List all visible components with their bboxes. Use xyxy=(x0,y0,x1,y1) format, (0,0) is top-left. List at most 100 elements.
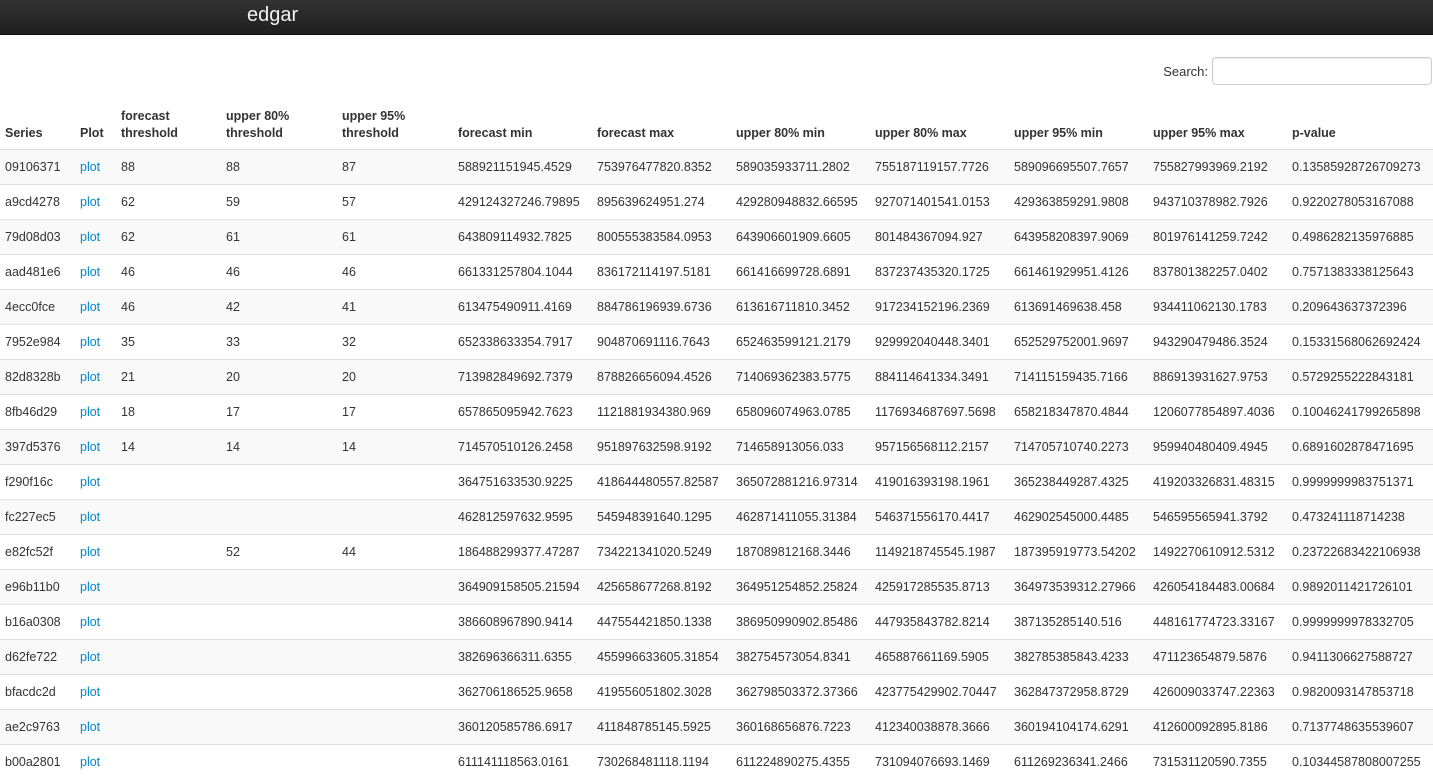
plot-link[interactable]: plot xyxy=(80,545,100,559)
cell-upper95-max: 943290479486.3524 xyxy=(1148,324,1287,360)
cell-series: f290f16c xyxy=(0,464,75,500)
cell-plot: plot xyxy=(75,324,116,360)
plot-link[interactable]: plot xyxy=(80,300,100,314)
header-upper95-max[interactable]: upper 95% max xyxy=(1148,106,1287,150)
cell-upper95-threshold xyxy=(337,674,453,710)
cell-upper95-max: 412600092895.8186 xyxy=(1148,709,1287,745)
cell-plot: plot xyxy=(75,569,116,605)
header-forecast-min[interactable]: forecast min xyxy=(453,106,592,150)
cell-forecast-max: 419556051802.3028 xyxy=(592,674,731,710)
table-row: f290f16c plot 364751633530.9225 41864448055… xyxy=(0,464,1433,500)
header-upper80-min[interactable]: upper 80% min xyxy=(731,106,870,150)
plot-link[interactable]: plot xyxy=(80,475,100,489)
cell-upper80-threshold: 14 xyxy=(221,429,337,465)
results-table: Series Plot forecast threshold upper 80% t… xyxy=(0,106,1433,780)
cell-upper80-threshold: 17 xyxy=(221,394,337,430)
plot-link[interactable]: plot xyxy=(80,755,100,769)
header-forecast-threshold[interactable]: forecast threshold xyxy=(116,106,221,150)
cell-plot: plot xyxy=(75,289,116,325)
cell-forecast-max: 545948391640.1295 xyxy=(592,499,731,535)
cell-upper95-min: 387135285140.516 xyxy=(1009,604,1148,640)
plot-link[interactable]: plot xyxy=(80,230,100,244)
header-plot[interactable]: Plot xyxy=(75,106,116,150)
cell-upper95-min: 360194104174.6291 xyxy=(1009,709,1148,745)
cell-forecast-threshold xyxy=(116,464,221,500)
header-upper95-min[interactable]: upper 95% min xyxy=(1009,106,1148,150)
cell-upper80-max: 425917285535.8713 xyxy=(870,569,1009,605)
cell-plot: plot xyxy=(75,184,116,220)
cell-upper80-max: 917234152196.2369 xyxy=(870,289,1009,325)
plot-link[interactable]: plot xyxy=(80,370,100,384)
plot-link[interactable]: plot xyxy=(80,510,100,524)
cell-plot: plot xyxy=(75,744,116,780)
header-upper80-max[interactable]: upper 80% max xyxy=(870,106,1009,150)
cell-series: a9cd4278 xyxy=(0,184,75,220)
plot-link[interactable]: plot xyxy=(80,265,100,279)
cell-forecast-threshold xyxy=(116,499,221,535)
header-series[interactable]: Series xyxy=(0,106,75,150)
cell-upper95-min: 429363859291.9808 xyxy=(1009,184,1148,220)
top-navbar: edgar xyxy=(0,0,1433,35)
cell-forecast-max: 425658677268.8192 xyxy=(592,569,731,605)
cell-upper80-min: 362798503372.37366 xyxy=(731,674,870,710)
cell-upper80-max: 837237435320.1725 xyxy=(870,254,1009,290)
header-p-value[interactable]: p-value xyxy=(1287,106,1433,150)
cell-upper95-threshold: 32 xyxy=(337,324,453,360)
cell-p-value: 0.10046241799265898 xyxy=(1287,394,1433,430)
table-row: 397d5376 plot 14 14 14 714570510126.2458 95189… xyxy=(0,429,1433,465)
header-forecast-max[interactable]: forecast max xyxy=(592,106,731,150)
cell-forecast-threshold xyxy=(116,709,221,745)
plot-link[interactable]: plot xyxy=(80,405,100,419)
cell-upper80-max: 419016393198.1961 xyxy=(870,464,1009,500)
search-label: Search: xyxy=(1163,63,1208,79)
search-input[interactable] xyxy=(1212,57,1432,85)
cell-upper80-max: 412340038878.3666 xyxy=(870,709,1009,745)
cell-upper80-threshold xyxy=(221,499,337,535)
cell-series: ae2c9763 xyxy=(0,709,75,745)
plot-link[interactable]: plot xyxy=(80,440,100,454)
plot-link[interactable]: plot xyxy=(80,650,100,664)
plot-link[interactable]: plot xyxy=(80,335,100,349)
cell-upper95-max: 471123654879.5876 xyxy=(1148,639,1287,675)
plot-link[interactable]: plot xyxy=(80,580,100,594)
cell-upper80-threshold xyxy=(221,464,337,500)
cell-upper80-max: 884114641334.3491 xyxy=(870,359,1009,395)
cell-upper95-threshold: 41 xyxy=(337,289,453,325)
plot-link[interactable]: plot xyxy=(80,615,100,629)
cell-upper80-min: 187089812168.3446 xyxy=(731,534,870,570)
cell-upper80-max: 465887661169.5905 xyxy=(870,639,1009,675)
plot-link[interactable]: plot xyxy=(80,720,100,734)
app-brand[interactable]: edgar xyxy=(247,4,298,26)
cell-forecast-min: 611141118563.0161 xyxy=(453,744,592,780)
cell-forecast-threshold xyxy=(116,744,221,780)
cell-upper95-max: 755827993969.2192 xyxy=(1148,149,1287,185)
cell-series: d62fe722 xyxy=(0,639,75,675)
plot-link[interactable]: plot xyxy=(80,160,100,174)
table-row: b16a0308 plot 386608967890.9414 44755442185… xyxy=(0,604,1433,640)
cell-series: b16a0308 xyxy=(0,604,75,640)
cell-forecast-max: 418644480557.82587 xyxy=(592,464,731,500)
cell-series: 82d8328b xyxy=(0,359,75,395)
cell-forecast-threshold: 46 xyxy=(116,289,221,325)
cell-upper95-max: 419203326831.48315 xyxy=(1148,464,1287,500)
cell-upper80-min: 382754573054.8341 xyxy=(731,639,870,675)
cell-plot: plot xyxy=(75,499,116,535)
table-row: b00a2801 plot 611141118563.0161 73026848111… xyxy=(0,744,1433,780)
cell-series: e82fc52f xyxy=(0,534,75,570)
plot-link[interactable]: plot xyxy=(80,685,100,699)
cell-upper80-max: 927071401541.0153 xyxy=(870,184,1009,220)
cell-p-value: 0.10344587808007255 xyxy=(1287,744,1433,780)
cell-upper80-max: 546371556170.4417 xyxy=(870,499,1009,535)
header-upper95-threshold[interactable]: upper 95% threshold xyxy=(337,106,453,150)
cell-upper95-max: 448161774723.33167 xyxy=(1148,604,1287,640)
cell-upper95-max: 934411062130.1783 xyxy=(1148,289,1287,325)
header-upper80-threshold[interactable]: upper 80% threshold xyxy=(221,106,337,150)
plot-link[interactable]: plot xyxy=(80,195,100,209)
cell-upper80-threshold xyxy=(221,604,337,640)
cell-upper80-threshold: 88 xyxy=(221,149,337,185)
table-row: 79d08d03 plot 62 61 61 643809114932.7825 80055… xyxy=(0,219,1433,255)
cell-upper80-min: 364951254852.25824 xyxy=(731,569,870,605)
cell-series: 79d08d03 xyxy=(0,219,75,255)
cell-forecast-min: 429124327246.79895 xyxy=(453,184,592,220)
cell-upper80-threshold: 52 xyxy=(221,534,337,570)
